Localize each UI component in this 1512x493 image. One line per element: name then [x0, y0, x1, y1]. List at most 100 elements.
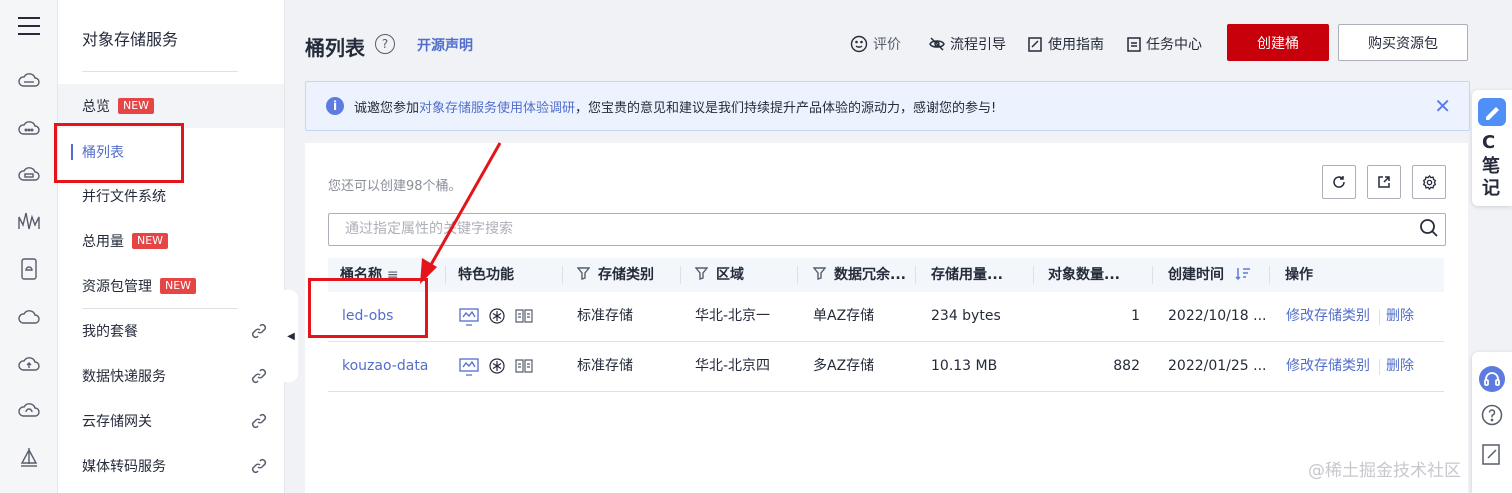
highlight-box-bucket — [308, 278, 428, 338]
notes-letter: C — [1482, 132, 1496, 153]
monitor-icon[interactable] — [459, 358, 479, 376]
nav-item-label: 媒体转码服务 — [82, 459, 166, 475]
column-divider — [1269, 266, 1270, 284]
refresh-icon — [1333, 176, 1345, 188]
created-cell: 2022/01/25 ... — [1168, 358, 1267, 374]
sailboat-icon[interactable] — [17, 446, 41, 470]
settings-button[interactable] — [1412, 165, 1446, 199]
snowflake-icon[interactable] — [489, 358, 505, 374]
delete-link[interactable]: 删除 — [1386, 292, 1414, 341]
service-title: 对象存储服务 — [82, 30, 179, 49]
nav-item-label: 总览 — [82, 99, 110, 115]
notice-prefix: 诚邀您参加 — [354, 101, 420, 116]
action-divider — [1379, 309, 1380, 325]
wave-icon[interactable] — [17, 209, 41, 233]
column-header-storage-class[interactable]: 存储类别 — [576, 258, 654, 292]
cloud-icon[interactable] — [17, 68, 41, 92]
new-badge: NEW — [132, 233, 169, 249]
search-input[interactable] — [343, 220, 1397, 238]
rate-label: 评价 — [873, 37, 901, 53]
notice-text: 诚邀您参加对象存储服务使用体验调研，您宝贵的意见和建议是我们持续提升产品体验的源… — [354, 97, 996, 116]
bucket-name-link[interactable]: kouzao-data — [342, 342, 428, 391]
nav-item-label: 我的套餐 — [82, 324, 138, 340]
objects-cell: 1 — [1131, 308, 1140, 324]
column-divider — [1152, 266, 1153, 284]
nav-item-resource-package[interactable]: 资源包管理 NEW — [58, 264, 284, 308]
column-divider — [797, 266, 798, 284]
nav-item-media-transcode[interactable]: 媒体转码服务 — [58, 444, 284, 488]
book-icon[interactable] — [515, 308, 533, 324]
menu-icon[interactable] — [17, 14, 41, 38]
highlight-box-nav — [54, 123, 184, 183]
delete-link[interactable]: 删除 — [1386, 342, 1414, 391]
nav-item-overview[interactable]: 总览 NEW — [58, 84, 284, 128]
quota-text: 您还可以创建98个桶。 — [328, 179, 462, 194]
column-divider — [445, 266, 446, 284]
page-title: 桶列表 — [305, 36, 365, 60]
headset-icon[interactable] — [1479, 366, 1505, 392]
smile-icon — [850, 35, 868, 53]
task-center-label: 任务中心 — [1146, 37, 1202, 53]
column-header-usage[interactable]: 存储用量... — [931, 258, 1003, 292]
float-toolbar — [1472, 352, 1512, 493]
filter-icon[interactable] — [576, 267, 591, 280]
filter-icon[interactable] — [694, 267, 709, 280]
cloud-refresh-icon[interactable] — [17, 398, 41, 422]
column-header-created[interactable]: 创建时间 — [1168, 258, 1251, 292]
rate-button[interactable]: 评价 — [850, 34, 901, 54]
nav-item-storage-gateway[interactable]: 云存储网关 — [58, 399, 284, 443]
search-icon[interactable] — [1419, 218, 1439, 242]
sort-icon[interactable] — [1235, 267, 1251, 281]
external-link-icon — [251, 368, 267, 388]
modify-storage-class-link[interactable]: 修改存储类别 — [1286, 342, 1370, 391]
watermark: @稀土掘金技术社区 — [1308, 461, 1461, 481]
refresh-button[interactable] — [1322, 165, 1356, 199]
clipboard-icon — [1127, 37, 1141, 52]
question-icon[interactable] — [1481, 404, 1503, 430]
survey-link[interactable]: 对象存储服务使用体验调研 — [419, 101, 575, 116]
export-icon — [1378, 176, 1390, 188]
nav-item-usage[interactable]: 总用量 NEW — [58, 219, 284, 263]
task-center-button[interactable]: 任务中心 — [1127, 34, 1202, 54]
column-header-region[interactable]: 区域 — [694, 258, 744, 292]
region-cell: 华北-北京四 — [695, 358, 771, 374]
user-guide-button[interactable]: 使用指南 — [1028, 34, 1104, 54]
modify-storage-class-link[interactable]: 修改存储类别 — [1286, 292, 1370, 341]
column-header-redundancy[interactable]: 数据冗余... — [812, 258, 906, 292]
feature-icons — [459, 358, 533, 376]
notes-char: 记 — [1482, 178, 1500, 199]
close-icon[interactable]: ✕ — [1434, 94, 1451, 118]
feedback-edit-icon[interactable] — [1482, 444, 1502, 470]
redundancy-cell: 多AZ存储 — [813, 358, 875, 374]
created-cell: 2022/10/18 ... — [1168, 308, 1267, 324]
flow-guide-button[interactable]: 流程引导 — [929, 34, 1006, 54]
collapse-nav-button[interactable]: ◀ — [284, 290, 298, 382]
cloud-upload-icon[interactable] — [17, 352, 41, 376]
column-divider — [1033, 266, 1034, 284]
cloud-outline-icon[interactable] — [17, 305, 41, 329]
filter-icon[interactable] — [812, 267, 827, 280]
nav-item-data-express[interactable]: 数据快递服务 — [58, 354, 284, 398]
nav-item-my-plan[interactable]: 我的套餐 — [58, 309, 284, 353]
device-icon[interactable] — [17, 257, 41, 281]
book-icon[interactable] — [515, 358, 533, 374]
external-link-icon — [251, 413, 267, 433]
snowflake-icon[interactable] — [489, 308, 505, 324]
eye-off-icon — [929, 37, 945, 51]
create-bucket-button[interactable]: 创建桶 — [1227, 24, 1329, 61]
cloud-dots-icon[interactable] — [17, 116, 41, 140]
column-header-objects[interactable]: 对象数量... — [1048, 258, 1120, 292]
export-button[interactable] — [1367, 165, 1401, 199]
help-icon[interactable]: ? — [375, 34, 395, 54]
user-guide-label: 使用指南 — [1048, 37, 1104, 53]
external-link-icon — [251, 323, 267, 343]
notes-widget[interactable]: C 笔 记 — [1472, 90, 1512, 206]
monitor-icon[interactable] — [459, 308, 479, 326]
buy-package-button[interactable]: 购买资源包 — [1338, 24, 1468, 61]
storage-class-cell: 标准存储 — [577, 308, 633, 324]
table-header: 桶名称 ≡ 特色功能 存储类别 区域 数据冗余... 存储用量... 对象数量.… — [328, 258, 1444, 292]
cloud-server-icon[interactable] — [17, 162, 41, 186]
open-source-link[interactable]: 开源声明 — [417, 35, 473, 55]
table-row: kouzao-data 标准存储 华北-北京四 多AZ存储 10.13 MB 8… — [328, 342, 1444, 392]
external-link-icon — [251, 458, 267, 478]
